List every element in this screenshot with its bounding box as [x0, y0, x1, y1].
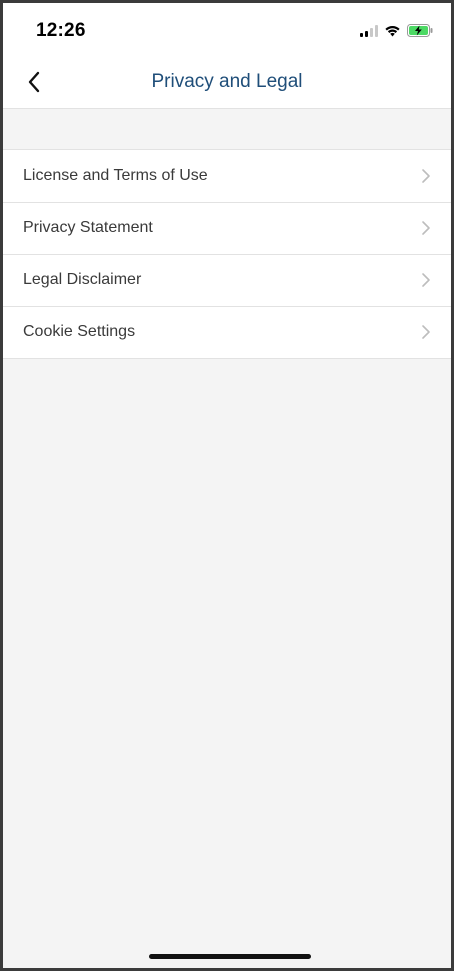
list-item-label: License and Terms of Use: [23, 167, 208, 184]
list-item-label: Privacy Statement: [23, 219, 153, 236]
chevron-right-icon: [422, 325, 430, 339]
signal-icon: [360, 25, 378, 37]
page-title: Privacy and Legal: [151, 71, 303, 92]
list-item-privacy-statement[interactable]: Privacy Statement: [3, 202, 451, 254]
battery-charging-icon: [407, 24, 433, 37]
status-icons: [360, 24, 433, 37]
chevron-right-icon: [422, 169, 430, 183]
phone-screen: 12:26 Privacy and Legal License and Term…: [0, 0, 454, 971]
list-item-legal-disclaimer[interactable]: Legal Disclaimer: [3, 254, 451, 306]
chevron-right-icon: [422, 221, 430, 235]
wifi-icon: [385, 26, 400, 37]
list-item-label: Cookie Settings: [23, 323, 136, 340]
navigation-bar: Privacy and Legal: [3, 55, 451, 109]
home-indicator[interactable]: [149, 954, 311, 959]
list-item-label: Legal Disclaimer: [23, 271, 142, 288]
status-time: 12:26: [36, 20, 86, 41]
status-bar: 12:26: [3, 3, 451, 55]
list-item-license-and-terms[interactable]: License and Terms of Use: [3, 150, 451, 202]
list-item-cookie-settings[interactable]: Cookie Settings: [3, 306, 451, 358]
chevron-right-icon: [422, 273, 430, 287]
settings-list: License and Terms of Use Privacy Stateme…: [3, 149, 451, 359]
